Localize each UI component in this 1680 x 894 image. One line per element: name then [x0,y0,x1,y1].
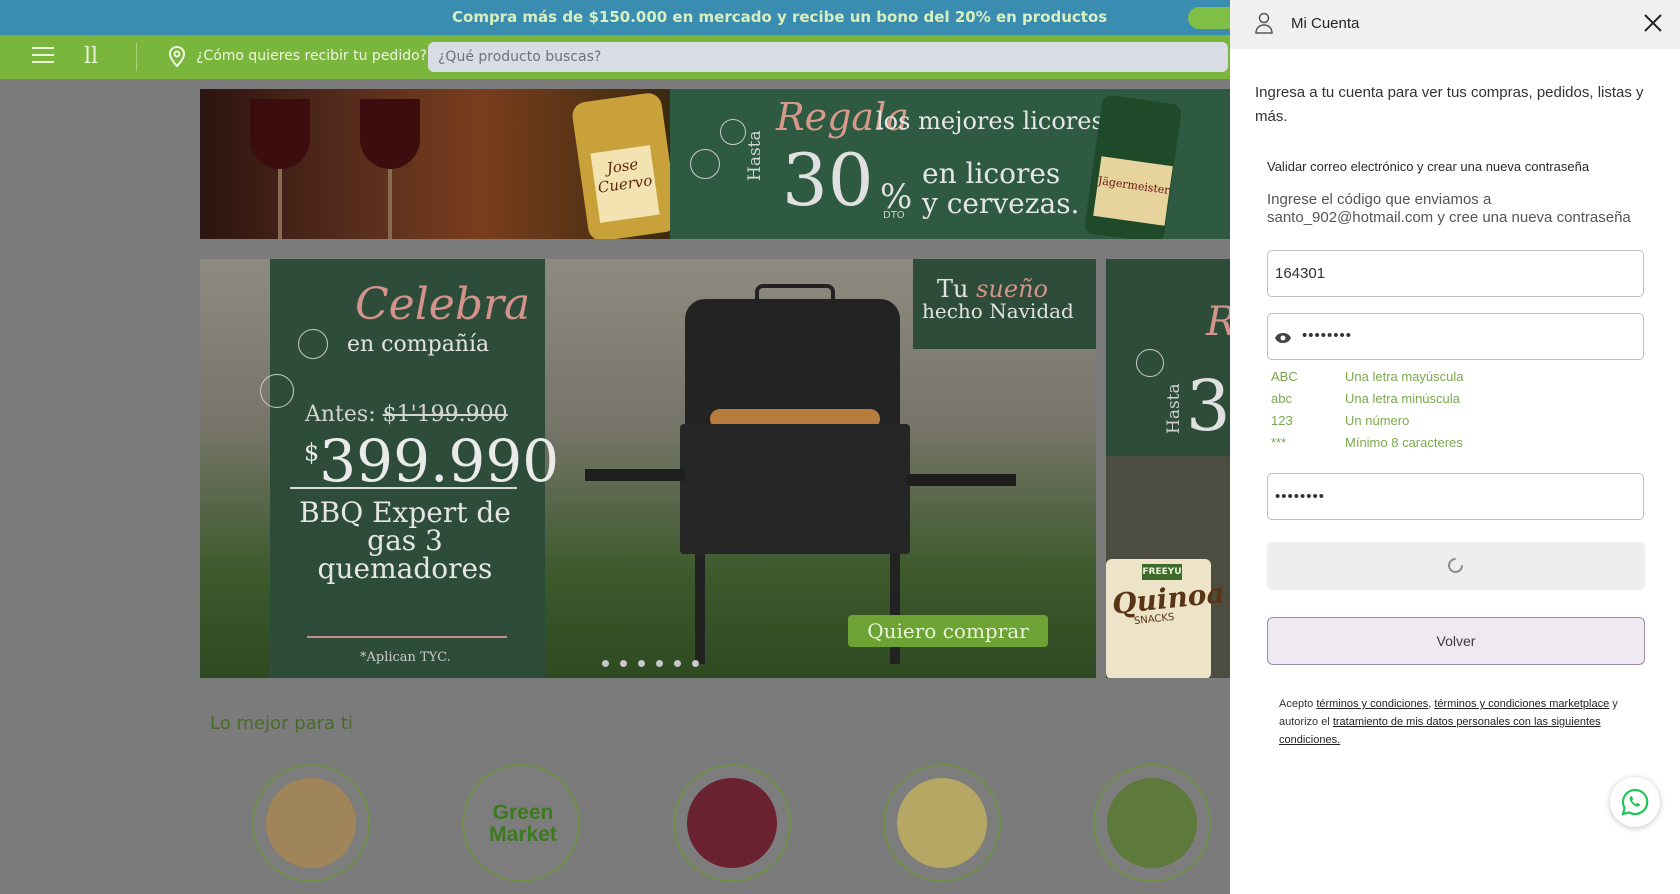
banner-licores[interactable]: Jose Cuervo Regala los mejores licores H… [200,89,1230,239]
wine-icon [687,778,777,868]
banner-compania: en compañía [347,332,490,357]
tequila-label: Jose Cuervo [590,145,660,223]
divider [307,636,507,638]
search-input[interactable]: ¿Qué producto buscas? [428,42,1228,72]
banner-hasta: Hasta [745,130,765,181]
confirm-password-value: •••••••• [1275,488,1326,505]
dairy-icon [897,778,987,868]
category-salad[interactable] [1093,764,1211,882]
confirm-password-field[interactable]: •••••••• [1267,473,1644,520]
close-icon[interactable] [1643,13,1663,37]
requirement-label: Un número [1345,413,1410,428]
carousel-dot[interactable] [674,660,681,667]
wine-glass-stem [388,169,392,239]
new-password-value: •••••••• [1302,327,1353,344]
banner-title-partial: R [1206,299,1230,345]
salad-icon [1107,778,1197,868]
hamburger-menu-icon[interactable] [32,47,54,67]
back-button[interactable]: Volver [1267,617,1645,665]
product-name: BBQ Expert de gas 3 quemadores [299,496,511,585]
category-gift-basket[interactable] [252,764,370,882]
tag-hecho-navidad: hecho Navidad [922,299,1074,323]
delivery-method-link[interactable]: ¿Cómo quieres recibir tu pedido? [196,48,427,64]
tyc-note: *Aplican TYC. [360,650,451,665]
whatsapp-button[interactable] [1610,777,1660,827]
location-pin-icon[interactable] [168,45,186,72]
banner-number: 3 [1186,365,1230,447]
requirement-code: 123 [1271,413,1293,428]
licores-line-2: y cervezas. [922,187,1080,220]
requirement-code: *** [1271,435,1287,450]
carousel-dot[interactable] [638,660,645,667]
banner-celebra: Celebra [355,279,531,330]
grill-shelf [906,474,1016,486]
code-instructions: Ingrese el código que enviamos a santo_9… [1267,191,1631,226]
site-logo[interactable]: ll [84,44,98,69]
liquor-label: Jägermeister [1093,156,1173,226]
section-title: Lo mejor para ti [210,713,353,734]
banner-hasta: Hasta [1164,383,1184,434]
ornament-icon [720,119,746,145]
marketplace-terms-link[interactable]: términos y condiciones marketplace [1434,698,1609,710]
category-green-market[interactable]: Green Market [462,764,580,882]
whatsapp-icon [1621,788,1649,816]
green-market-label: Green Market [489,801,557,846]
banner-dto: DTO [883,210,905,221]
verification-code-value: 164301 [1275,265,1326,282]
banner-snacks[interactable]: R Hasta 3 FREEYU Quinoa SNACKS [1106,259,1230,678]
requirement-code: ABC [1271,369,1298,384]
wine-glass [360,99,420,169]
requirement-code: abc [1271,391,1292,406]
carousel-dot[interactable] [692,660,699,667]
banner-bbq[interactable]: Celebra en compañía Antes: $1'199.900 $3… [200,259,1096,678]
terms-link[interactable]: términos y condiciones [1316,698,1428,710]
banner-mejores: los mejores licores [876,107,1104,135]
carousel-dots [602,652,710,671]
promo-text: Compra más de $150.000 en mercado y reci… [452,8,1108,26]
wine-glass-stem [278,169,282,239]
submit-button[interactable] [1267,542,1645,590]
quiero-comprar-button[interactable]: Quiero comprar [848,615,1048,647]
carousel-dot[interactable] [656,660,663,667]
current-price: $399.990 [304,427,560,495]
loading-spinner-icon [1444,554,1467,577]
old-price: Antes: $1'199.900 [305,402,508,427]
gift-basket-icon [266,778,356,868]
ornament-icon [690,149,720,179]
grill-shelf [585,469,685,481]
divider [290,487,517,489]
requirement-label: Una letra minúscula [1345,391,1460,406]
requirement-label: Mínimo 8 caracteres [1345,435,1463,450]
terms-text: Acepto términos y condiciones, términos … [1279,698,1618,746]
category-wine[interactable] [673,764,791,882]
banner-licores-text: en licores y cervezas. [922,159,1079,219]
account-drawer: Mi Cuenta Ingresa a tu cuenta para ver t… [1230,0,1680,894]
new-password-field[interactable]: •••••••• [1267,313,1644,360]
grill-leg [695,554,705,664]
eye-icon[interactable] [1274,331,1292,348]
drawer-title: Mi Cuenta [1291,15,1360,32]
category-dairy[interactable] [883,764,1001,882]
ornament-icon [260,374,294,408]
validate-title: Validar correo electrónico y crear una n… [1267,159,1590,174]
snack-brand: FREEYU [1142,564,1182,580]
nav-divider [136,43,137,71]
carousel-dot[interactable] [620,660,627,667]
wine-glass [250,99,310,169]
drawer-header: Mi Cuenta [1230,0,1680,49]
licores-line-1: en licores [922,157,1061,190]
ornament-icon [298,329,328,359]
banner-percent: 30 [782,138,874,222]
grill-leg [890,554,900,664]
user-icon [1254,12,1274,38]
carousel-dot[interactable] [602,660,609,667]
ornament-icon [1136,349,1164,377]
requirement-label: Una letra mayúscula [1345,369,1464,384]
verification-code-field[interactable]: 164301 [1267,250,1644,297]
grill-body [680,424,910,554]
drawer-intro: Ingresa a tu cuenta para ver tus compras… [1255,84,1644,125]
